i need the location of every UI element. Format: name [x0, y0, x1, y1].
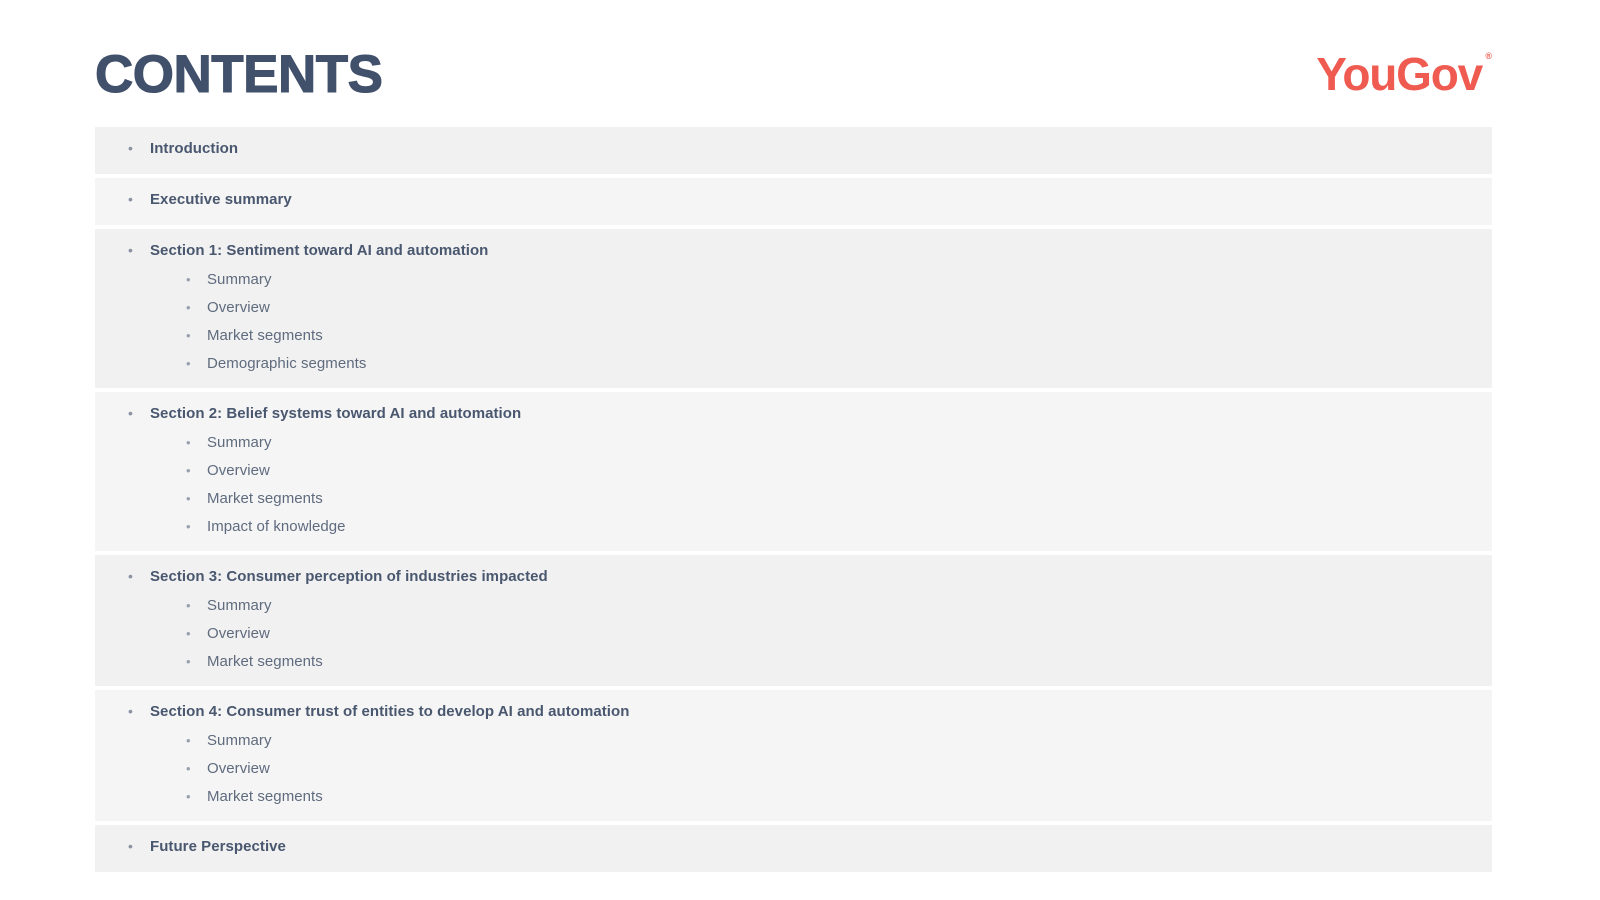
toc-subentry[interactable]: • Overview — [95, 761, 1492, 779]
toc-subentry-label: Overview — [207, 299, 270, 316]
toc-subentry-label: Summary — [207, 271, 272, 288]
bullet-icon: • — [186, 491, 191, 506]
toc-section[interactable]: • Section 4: Consumer trust of entities t… — [95, 690, 1492, 821]
toc-entry[interactable]: • Section 4: Consumer trust of entities t… — [95, 704, 1492, 723]
toc-entry-label: Section 3: Consumer perception of indust… — [150, 568, 548, 585]
bullet-icon: • — [186, 626, 191, 641]
toc-section[interactable]: • Future Perspective — [95, 825, 1492, 872]
bullet-icon: • — [186, 654, 191, 669]
toc-subentry[interactable]: • Summary — [95, 733, 1492, 751]
toc-subentry-label: Overview — [207, 625, 270, 642]
bullet-icon: • — [128, 405, 133, 421]
toc-section-inner: • Executive summary — [95, 178, 1492, 225]
page-title: CONTENTS — [94, 44, 383, 104]
yougov-logo-text: YouGov — [1316, 48, 1483, 100]
slide-header: CONTENTS YouGov ® — [94, 38, 1492, 110]
bullet-icon: • — [128, 140, 133, 156]
toc-subentry[interactable]: • Summary — [95, 435, 1492, 453]
bullet-icon: • — [186, 789, 191, 804]
toc-entry-label: Section 2: Belief systems toward AI and … — [150, 405, 522, 422]
bullet-icon: • — [186, 598, 191, 613]
toc-subentry[interactable]: • Market segments — [95, 491, 1492, 509]
bullet-icon: • — [186, 328, 191, 343]
toc-subentry-label: Summary — [207, 434, 272, 451]
bullet-icon: • — [186, 435, 191, 450]
toc-entry-label: Introduction — [150, 140, 239, 157]
toc-section[interactable]: • Section 1: Sentiment toward AI and auto… — [95, 229, 1492, 388]
toc-subentry-label: Summary — [207, 597, 272, 614]
toc-subentry[interactable]: • Demographic segments — [95, 356, 1492, 374]
toc-subentry-label: Market segments — [207, 653, 323, 670]
bullet-icon: • — [186, 519, 191, 534]
toc-subentry[interactable]: • Market segments — [95, 654, 1492, 672]
toc-entry[interactable]: • Section 2: Belief systems toward AI and… — [95, 406, 1492, 425]
bullet-icon: • — [186, 761, 191, 776]
toc-subentry[interactable]: • Overview — [95, 463, 1492, 481]
toc-section-inner: • Section 4: Consumer trust of entities t… — [95, 690, 1492, 821]
bullet-icon: • — [186, 300, 191, 315]
toc-subentry-label: Market segments — [207, 327, 323, 344]
bullet-icon: • — [128, 191, 133, 207]
toc-subentry[interactable]: • Summary — [95, 272, 1492, 290]
yougov-logo: YouGov ® — [1316, 51, 1492, 97]
toc-entry[interactable]: • Section 3: Consumer perception of indus… — [95, 569, 1492, 588]
toc-section[interactable]: • Section 2: Belief systems toward AI and… — [95, 392, 1492, 551]
toc-entry[interactable]: • Introduction — [95, 141, 1492, 160]
toc-subentry[interactable]: • Overview — [95, 300, 1492, 318]
toc-subentry-label: Market segments — [207, 490, 323, 507]
slide-contents: CONTENTS YouGov ® • Introduction • Executive… — [0, 0, 1600, 900]
bullet-icon: • — [128, 568, 133, 584]
toc-entry[interactable]: • Executive summary — [95, 192, 1492, 211]
toc-subentry-label: Demographic segments — [207, 355, 367, 372]
bullet-icon: • — [128, 838, 133, 854]
toc-subentry-label: Impact of knowledge — [207, 518, 346, 535]
bullet-icon: • — [186, 733, 191, 748]
bullet-icon: • — [186, 356, 191, 371]
toc-section-inner: • Section 3: Consumer perception of indus… — [95, 555, 1492, 686]
toc-subentry[interactable]: • Impact of knowledge — [95, 519, 1492, 537]
bullet-icon: • — [186, 272, 191, 287]
toc-subentry[interactable]: • Market segments — [95, 789, 1492, 807]
toc-entry-label: Executive summary — [150, 191, 292, 208]
toc-subentry[interactable]: • Summary — [95, 598, 1492, 616]
table-of-contents: • Introduction • Executive summary • Section … — [95, 127, 1492, 872]
toc-entry-label: Section 4: Consumer trust of entities to… — [150, 703, 630, 720]
toc-subentry-label: Overview — [207, 760, 270, 777]
toc-section-inner: • Future Perspective — [95, 825, 1492, 872]
toc-entry[interactable]: • Section 1: Sentiment toward AI and auto… — [95, 243, 1492, 262]
registered-trademark-icon: ® — [1485, 51, 1492, 61]
toc-section-inner: • Section 1: Sentiment toward AI and auto… — [95, 229, 1492, 388]
bullet-icon: • — [128, 703, 133, 719]
toc-subentry[interactable]: • Market segments — [95, 328, 1492, 346]
toc-section-inner: • Section 2: Belief systems toward AI and… — [95, 392, 1492, 551]
bullet-icon: • — [186, 463, 191, 478]
toc-section[interactable]: • Executive summary — [95, 178, 1492, 225]
toc-subentry-label: Summary — [207, 732, 272, 749]
toc-section[interactable]: • Introduction — [95, 127, 1492, 174]
toc-entry-label: Section 1: Sentiment toward AI and autom… — [150, 242, 489, 259]
toc-section[interactable]: • Section 3: Consumer perception of indus… — [95, 555, 1492, 686]
toc-subentry[interactable]: • Overview — [95, 626, 1492, 644]
toc-subentry-label: Overview — [207, 462, 270, 479]
toc-entry-label: Future Perspective — [150, 838, 286, 855]
toc-subentry-label: Market segments — [207, 788, 323, 805]
toc-entry[interactable]: • Future Perspective — [95, 839, 1492, 858]
toc-section-inner: • Introduction — [95, 127, 1492, 174]
bullet-icon: • — [128, 242, 133, 258]
